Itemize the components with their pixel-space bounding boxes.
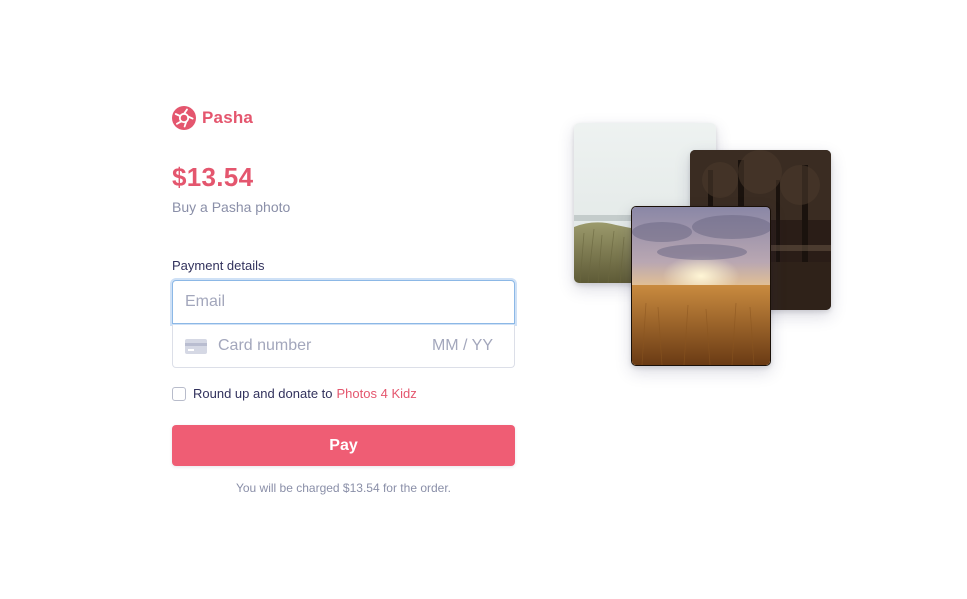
email-field[interactable] [172, 280, 515, 324]
charity-link[interactable]: Photos 4 Kidz [337, 386, 417, 401]
product-description: Buy a Pasha photo [172, 199, 291, 215]
card-number-placeholder[interactable]: Card number [218, 337, 432, 355]
sunset-field-photo [631, 206, 771, 366]
donate-checkbox[interactable] [172, 386, 186, 401]
payment-details-label: Payment details [172, 258, 265, 273]
credit-card-icon [185, 338, 207, 354]
brand-name: Pasha [202, 108, 254, 127]
aperture-icon [172, 106, 196, 130]
pay-button[interactable]: Pay [172, 425, 515, 466]
card-field[interactable]: Card number MM / YY [172, 325, 515, 368]
charge-note: You will be charged $13.54 for the order… [235, 481, 452, 495]
donate-row: Round up and donate to Photos 4 Kidz [172, 386, 417, 401]
order-price: $13.54 [172, 162, 254, 192]
donate-label: Round up and donate to [193, 386, 333, 401]
brand-header: Pasha [172, 106, 253, 130]
checkout-page: Pasha $13.54 Buy a Pasha photo Payment d… [0, 0, 967, 599]
card-expiry-placeholder[interactable]: MM / YY [432, 337, 493, 355]
email-input[interactable] [185, 293, 502, 311]
